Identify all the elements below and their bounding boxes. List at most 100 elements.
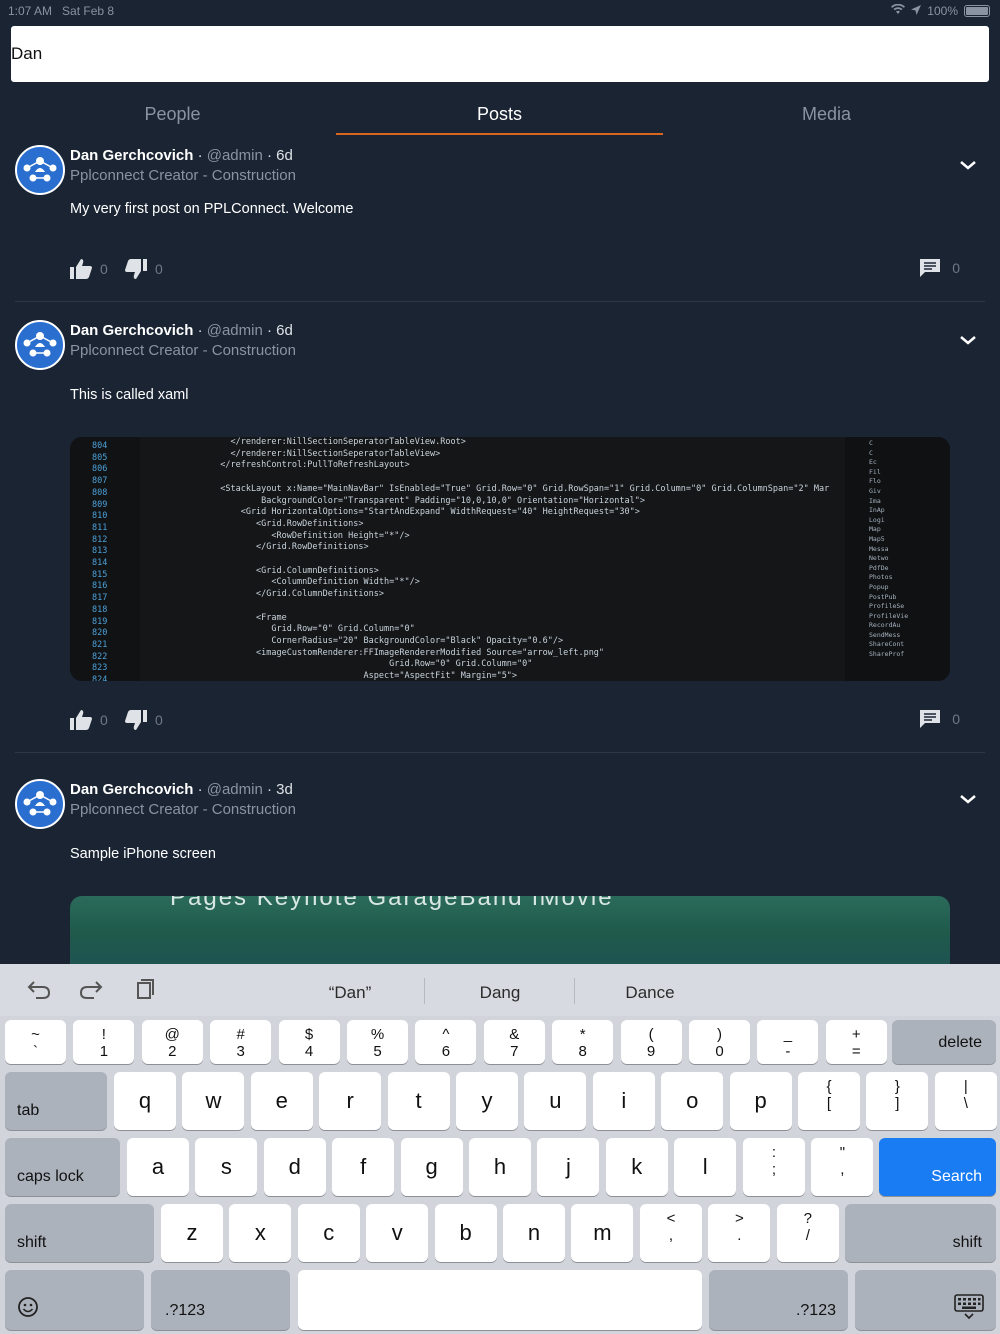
key-symbol[interactable]: ! 1 [73, 1020, 135, 1064]
author-handle: @admin [206, 147, 263, 164]
key-symbol[interactable]: (9 [620, 1020, 682, 1064]
key-letter[interactable]: n [503, 1204, 565, 1262]
dislike-button[interactable]: 0 [125, 710, 163, 730]
code-line: <Grid HorizontalOptions="StartAndExpand"… [210, 507, 640, 518]
key-letter[interactable]: d [263, 1138, 326, 1196]
tab-key[interactable]: tab [5, 1072, 107, 1130]
key-letter[interactable]: i [592, 1072, 655, 1130]
file-tree-item: C [869, 439, 873, 447]
key-letter[interactable]: x [229, 1204, 292, 1262]
post-image-code[interactable]: 804 805 806 807 808 809 810 811 812 813 814 815 816 8… [70, 437, 950, 681]
key-symbol[interactable]: >. [708, 1204, 771, 1262]
key-letter[interactable]: y [456, 1072, 518, 1130]
undo-icon[interactable] [26, 978, 52, 1002]
space-key[interactable] [298, 1270, 702, 1330]
suggestion-item[interactable]: Dance [575, 983, 725, 1003]
key-symbol[interactable]: #3 [210, 1020, 272, 1064]
shift-key-left[interactable]: shift [5, 1204, 154, 1262]
suggestion-item[interactable]: Dang [425, 983, 575, 1003]
code-line: Grid.Row="0" Grid.Column="0" [210, 624, 415, 635]
thumbs-down-icon [125, 259, 147, 279]
comment-button[interactable]: 0 [920, 710, 960, 728]
key-symbol[interactable]: }] [866, 1072, 929, 1130]
emoji-key[interactable] [5, 1270, 144, 1330]
key-symbol[interactable]: % 5 [347, 1020, 408, 1064]
key-letter[interactable]: k [605, 1138, 668, 1196]
key-letter[interactable]: r [319, 1072, 382, 1130]
key-char: k [631, 1154, 643, 1179]
key-symbol[interactable]: {[ [798, 1072, 860, 1130]
chevron-down-icon[interactable] [956, 328, 980, 352]
key-letter[interactable]: l [674, 1138, 737, 1196]
dislike-button[interactable]: 0 [125, 259, 163, 279]
key-char: t [415, 1088, 422, 1113]
key-letter[interactable]: q [114, 1072, 176, 1130]
avatar[interactable] [15, 320, 65, 370]
tab-media[interactable]: Media [663, 86, 990, 136]
search-key[interactable]: Search [879, 1138, 996, 1196]
tab-people[interactable]: People [9, 86, 336, 136]
avatar[interactable] [15, 779, 65, 829]
key-shift-char: ? [803, 1210, 812, 1227]
key-letter[interactable]: f [332, 1138, 395, 1196]
author-name[interactable]: Dan Gerchcovich [70, 322, 193, 339]
key-letter[interactable]: c [297, 1204, 360, 1262]
key-symbol[interactable]: ) 0 [689, 1020, 750, 1064]
chevron-down-icon[interactable] [956, 787, 980, 811]
caps-lock-key[interactable]: caps lock [5, 1138, 120, 1196]
key-letter[interactable]: j [537, 1138, 600, 1196]
key-shift-char: ( [648, 1026, 654, 1043]
tab-posts[interactable]: Posts [336, 86, 663, 136]
shift-key-right[interactable]: shift [845, 1204, 996, 1262]
code-line: BackgroundColor="Transparent" Padding="1… [210, 495, 645, 506]
key-letter[interactable]: b [434, 1204, 497, 1262]
dismiss-keyboard-key[interactable] [855, 1270, 996, 1330]
key-letter[interactable]: m [571, 1204, 634, 1262]
search-input[interactable] [11, 26, 989, 82]
key-letter[interactable]: e [250, 1072, 313, 1130]
post-image-phone[interactable]: Pages Keynote GarageBand iMovie [70, 896, 950, 965]
key-letter[interactable]: w [182, 1072, 245, 1130]
comment-button[interactable]: 0 [920, 259, 960, 277]
key-symbol[interactable]: ^ 6 [415, 1020, 477, 1064]
key-symbol[interactable]: @2 [141, 1020, 203, 1064]
numbers-key[interactable]: .?123 [151, 1270, 290, 1330]
key-letter[interactable]: o [661, 1072, 724, 1130]
key-letter[interactable]: a [127, 1138, 189, 1196]
key-letter[interactable]: v [366, 1204, 429, 1262]
key-letter[interactable]: h [469, 1138, 531, 1196]
key-symbol[interactable]: _ - [757, 1020, 819, 1064]
key-letter[interactable]: z [161, 1204, 223, 1262]
key-symbol[interactable]: ", [811, 1138, 874, 1196]
key-letter[interactable]: t [387, 1072, 450, 1130]
paste-icon[interactable] [132, 978, 158, 1002]
key-symbol[interactable]: & 7 [483, 1020, 545, 1064]
key-letter[interactable]: u [524, 1072, 587, 1130]
like-button[interactable]: 0 [70, 710, 108, 730]
key-label: Search [931, 1168, 982, 1185]
key-shift-char: + [851, 1026, 861, 1043]
key-symbol[interactable]: * 8 [552, 1020, 614, 1064]
key-letter[interactable]: s [195, 1138, 258, 1196]
key-symbol[interactable]: + = [825, 1020, 887, 1064]
like-button[interactable]: 0 [70, 259, 108, 279]
suggestion-item[interactable]: “Dan” [275, 983, 425, 1003]
key-symbol[interactable]: <, [640, 1204, 702, 1262]
key-symbol[interactable]: | \ [934, 1072, 997, 1130]
avatar[interactable] [15, 145, 65, 195]
key-symbol[interactable]: ? / [776, 1204, 839, 1262]
author-name[interactable]: Dan Gerchcovich [70, 147, 193, 164]
key-symbol[interactable]: :; [743, 1138, 805, 1196]
numbers-key[interactable]: .?123 [709, 1270, 848, 1330]
delete-key[interactable]: delete [892, 1020, 996, 1064]
post-card: Dan Gerchcovich · @admin · 6d Pplconnect… [15, 320, 985, 740]
author-name[interactable]: Dan Gerchcovich [70, 781, 193, 798]
key-base-char: 6 [441, 1043, 451, 1060]
key-symbol[interactable]: $4 [278, 1020, 340, 1064]
chevron-down-icon[interactable] [956, 153, 980, 177]
redo-icon[interactable] [78, 978, 104, 1002]
key-symbol[interactable]: ~ ` [5, 1020, 66, 1064]
key-letter[interactable]: p [729, 1072, 792, 1130]
file-tree-item: Fil [869, 467, 881, 476]
key-letter[interactable]: g [400, 1138, 463, 1196]
